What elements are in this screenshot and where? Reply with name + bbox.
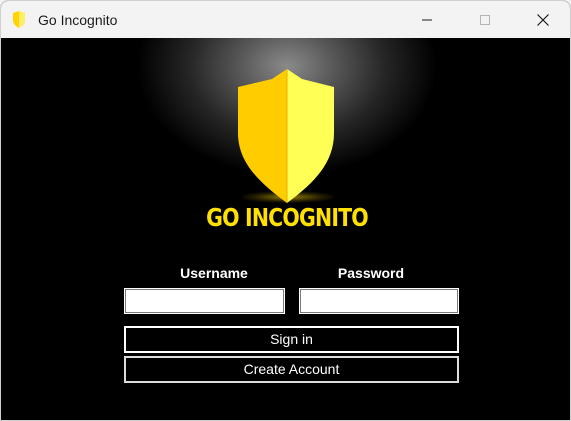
password-input[interactable] [299,288,459,314]
shield-icon [13,11,25,28]
title-bar[interactable]: Go Incognito [1,1,570,38]
shield-icon [238,69,334,203]
username-input[interactable] [124,288,285,314]
login-panel: GO INCOGNITO Username Password Sign in C… [1,38,570,420]
close-button[interactable] [520,1,566,38]
minimize-button[interactable] [404,1,450,38]
username-label: Username [180,265,248,281]
password-label: Password [337,265,405,281]
app-window: Go Incognito GO INCOGNITO Username Passw… [0,0,571,421]
window-title: Go Incognito [38,12,118,28]
sign-in-button[interactable]: Sign in [124,326,459,353]
maximize-button[interactable] [462,1,508,38]
app-name: GO INCOGNITO [206,203,369,232]
maximize-icon [480,15,490,25]
minimize-icon [422,19,432,21]
create-account-button[interactable]: Create Account [124,356,459,383]
close-icon [537,14,549,26]
